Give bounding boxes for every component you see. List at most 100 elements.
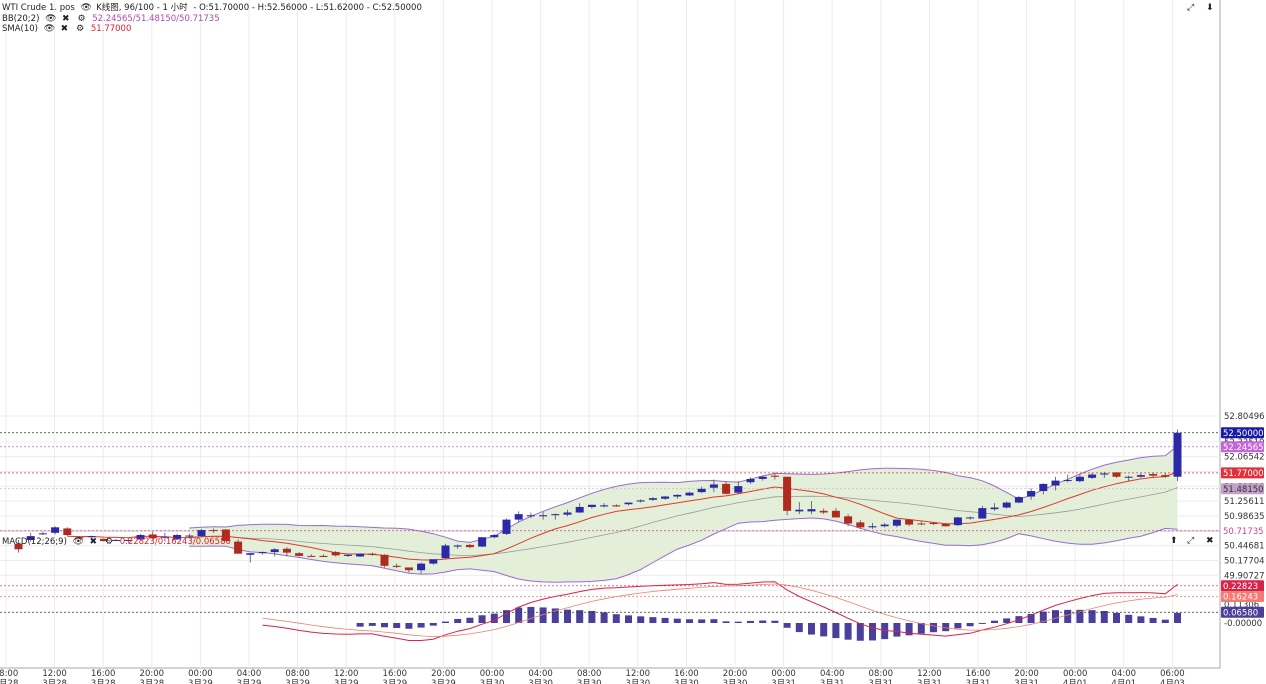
macd-label: MACD(12;26;9)	[2, 537, 67, 547]
date-tick-label: 3月30	[723, 679, 748, 684]
candle-body	[624, 502, 633, 505]
macd-histogram-bar	[1137, 616, 1145, 623]
price-tick-label: 50.98635	[1224, 512, 1265, 522]
candle-body	[709, 484, 718, 488]
time-tick-label: 04:00	[1112, 669, 1137, 679]
candle-body	[1002, 502, 1011, 508]
close-icon[interactable]: ✖	[1206, 536, 1214, 546]
date-tick-label: 3月28	[0, 679, 18, 684]
candle-body	[661, 496, 670, 499]
candle-body	[819, 510, 828, 513]
price-tick-label: 52.06542	[1224, 453, 1265, 463]
candle-body	[831, 510, 840, 518]
candle-body	[575, 506, 584, 513]
candle-body	[319, 555, 328, 558]
candle-body	[880, 524, 889, 527]
candle-body	[770, 475, 779, 477]
macd-histogram-bar	[1100, 610, 1108, 623]
bb-mid-tag: 51.48150	[1223, 485, 1264, 495]
macd-histogram-bar	[722, 621, 730, 623]
candle-body	[234, 541, 243, 554]
candle-body	[441, 545, 450, 559]
macd-histogram-bar	[417, 623, 425, 628]
candle	[502, 518, 511, 536]
candle-body	[953, 517, 962, 526]
up-arrow-icon[interactable]: ⬆	[1170, 536, 1178, 546]
time-tick-label: 16:00	[966, 669, 991, 679]
macd-histogram-bar	[1161, 619, 1169, 623]
sma-label: SMA(10)	[2, 24, 38, 34]
candle-body	[905, 519, 914, 525]
candle-body	[758, 476, 767, 479]
date-tick-label: 3月31	[771, 679, 796, 684]
expand-icon[interactable]: ⤢	[1187, 3, 1194, 13]
candle-body	[539, 515, 548, 517]
scroll-down-icon[interactable]: ⬇	[1206, 3, 1214, 13]
bb-values: 52.24565/51.48150/50.71735	[92, 14, 220, 24]
candle-body	[551, 514, 560, 516]
candle-body	[197, 530, 206, 537]
macd-histogram-bar	[820, 623, 828, 637]
date-tick-label: 3月29	[188, 679, 213, 684]
candle-body	[307, 555, 316, 557]
date-tick-label: 3月28	[139, 679, 164, 684]
sma-legend: SMA(10) 👁 ✖ ⚙ 51.77000	[2, 24, 134, 35]
time-tick-label: 20:00	[1014, 669, 1039, 679]
date-tick-label: 4月01	[1063, 679, 1088, 684]
time-tick-label: 20:00	[140, 669, 165, 679]
price-tick-label: 50.17704	[1224, 556, 1265, 566]
macd-histogram-bar	[649, 617, 657, 623]
time-tick-label: 20:00	[723, 669, 748, 679]
candle-body	[856, 522, 865, 528]
date-tick-label: 3月30	[480, 679, 505, 684]
candle-body	[282, 548, 291, 553]
time-tick-label: 00:00	[188, 669, 213, 679]
time-tick-label: 04:00	[528, 669, 553, 679]
candle-body	[1136, 475, 1145, 477]
chart-background	[0, 0, 1266, 684]
time-tick-label: 04:00	[820, 669, 845, 679]
macd-histogram-bar	[625, 615, 632, 623]
candle-body	[331, 552, 340, 556]
close-icon[interactable]: ✖	[88, 537, 98, 548]
candle-body	[63, 528, 72, 536]
candle-body	[1039, 483, 1048, 492]
macd-histogram-bar	[1174, 612, 1181, 623]
gear-icon[interactable]: ⚙	[104, 537, 114, 548]
price-tick-label: 51.25611	[1224, 497, 1265, 507]
close-icon[interactable]: ✖	[59, 24, 69, 35]
candle-body	[1075, 476, 1084, 482]
candle-body	[600, 505, 609, 507]
date-tick-label: 3月28	[91, 679, 116, 684]
macd-histogram-bar	[637, 616, 645, 623]
time-tick-label: 16:00	[91, 669, 116, 679]
time-tick-label: 16:00	[674, 669, 699, 679]
candle-body	[1051, 480, 1060, 486]
bb-upper-tag: 52.24565	[1223, 443, 1264, 453]
eye-icon[interactable]: 👁	[81, 3, 92, 14]
macd-legend: MACD(12;26;9) 👁 ✖ ⚙ 0.22823/0.16243/0.06…	[2, 537, 234, 548]
time-tick-label: 06:00	[1160, 669, 1185, 679]
eye-icon[interactable]: 👁	[73, 537, 84, 548]
candle-body	[1027, 491, 1036, 497]
gear-icon[interactable]: ⚙	[75, 24, 85, 35]
macd-histogram-bar	[527, 606, 535, 623]
macd-histogram-bar	[783, 623, 791, 628]
eye-icon[interactable]: 👁	[44, 24, 55, 35]
ohlc-label: - O:51.70000 - H:52.56000 - L:51.62000 -…	[193, 3, 422, 13]
candle-body	[648, 498, 657, 500]
candle	[783, 476, 792, 516]
candle-body	[38, 533, 47, 535]
chart-legend-main: WTI Crude 1. pos 👁 K线图, 96/100 - 1 小时 - …	[2, 3, 425, 14]
candle-body	[453, 545, 462, 547]
macd-histogram-bar	[844, 623, 852, 640]
candle-body	[404, 567, 413, 571]
macd-histogram-bar	[466, 617, 474, 623]
macd-histogram-bar	[588, 610, 596, 623]
macd-histogram-bar	[356, 623, 364, 627]
expand-icon[interactable]: ⤢	[1187, 536, 1194, 546]
macd-histogram-bar	[1113, 612, 1120, 623]
candle-body	[356, 553, 365, 557]
macd-histogram-bar	[978, 622, 986, 624]
candle-body	[917, 523, 926, 525]
